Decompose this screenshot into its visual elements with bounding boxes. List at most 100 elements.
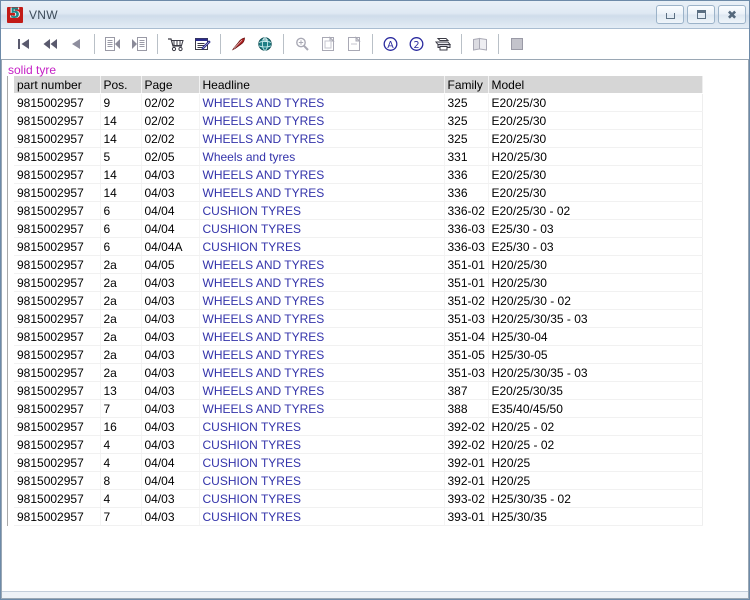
cell-headline[interactable]: Wheels and tyres	[199, 147, 445, 166]
table-row[interactable]: 9815002957 2a 04/03 WHEELS AND TYRES 351-03 H…	[14, 363, 703, 382]
cell-headline[interactable]: WHEELS AND TYRES	[199, 309, 445, 328]
cell-family: 387	[444, 381, 489, 400]
cell-headline[interactable]: WHEELS AND TYRES	[199, 291, 445, 310]
printer-icon[interactable]	[430, 32, 456, 56]
red-pen-icon[interactable]	[226, 32, 252, 56]
application-window: 5 VNW ✖ A 2 solid tyre part number Pos. …	[0, 0, 750, 600]
cell-pos: 14	[100, 165, 142, 184]
table-row[interactable]: 9815002957 4 04/04 CUSHION TYRES 392-01 H20/2…	[14, 453, 703, 472]
cell-headline[interactable]: WHEELS AND TYRES	[199, 129, 445, 148]
cell-headline[interactable]: WHEELS AND TYRES	[199, 327, 445, 346]
stop-icon[interactable]	[504, 32, 530, 56]
table-row[interactable]: 9815002957 14 02/02 WHEELS AND TYRES 325 E20/…	[14, 129, 703, 148]
letter-a-icon[interactable]: A	[378, 32, 404, 56]
table-row[interactable]: 9815002957 6 04/04 CUSHION TYRES 336-02 E20/2…	[14, 201, 703, 220]
table-row[interactable]: 9815002957 2a 04/03 WHEELS AND TYRES 351-03 H…	[14, 309, 703, 328]
table-row[interactable]: 9815002957 14 04/03 WHEELS AND TYRES 336 E20/…	[14, 165, 703, 184]
results-table-container[interactable]: part number Pos. Page Headline Family Mo…	[7, 76, 703, 526]
cell-headline[interactable]: CUSHION TYRES	[199, 201, 445, 220]
cell-headline[interactable]: WHEELS AND TYRES	[199, 381, 445, 400]
cell-pos: 14	[100, 183, 142, 202]
cell-headline[interactable]: WHEELS AND TYRES	[199, 345, 445, 364]
cell-headline[interactable]: WHEELS AND TYRES	[199, 165, 445, 184]
globe-icon[interactable]	[252, 32, 278, 56]
close-button[interactable]: ✖	[718, 5, 746, 24]
table-row[interactable]: 9815002957 8 04/04 CUSHION TYRES 392-01 H20/2…	[14, 471, 703, 490]
cell-model: H20/25/30 - 02	[488, 291, 703, 310]
cell-part-number: 9815002957	[14, 111, 101, 130]
column-header-family[interactable]: Family	[444, 76, 489, 94]
cell-model: H25/30/35	[488, 507, 703, 526]
column-header-pos[interactable]: Pos.	[100, 76, 142, 94]
table-row[interactable]: 9815002957 7 04/03 WHEELS AND TYRES 388 E35/4…	[14, 399, 703, 418]
cell-part-number: 9815002957	[14, 471, 101, 490]
table-row[interactable]: 9815002957 6 04/04A CUSHION TYRES 336-03 E25/…	[14, 237, 703, 256]
cell-family: 351-01	[444, 255, 489, 274]
cell-model: H20/25/30/35 - 03	[488, 363, 703, 382]
cell-family: 336	[444, 165, 489, 184]
table-row[interactable]: 9815002957 2a 04/03 WHEELS AND TYRES 351-02 H…	[14, 291, 703, 310]
table-row[interactable]: 9815002957 2a 04/05 WHEELS AND TYRES 351-01 H…	[14, 255, 703, 274]
table-row[interactable]: 9815002957 2a 04/03 WHEELS AND TYRES 351-05 H…	[14, 345, 703, 364]
page-new-icon[interactable]	[341, 32, 367, 56]
table-row[interactable]: 9815002957 13 04/03 WHEELS AND TYRES 387 E20/…	[14, 381, 703, 400]
cell-pos: 4	[100, 435, 142, 454]
toolbar-separator	[372, 34, 373, 54]
cell-headline[interactable]: WHEELS AND TYRES	[199, 255, 445, 274]
document-next-icon[interactable]	[126, 32, 152, 56]
cell-headline[interactable]: CUSHION TYRES	[199, 507, 445, 526]
table-row[interactable]: 9815002957 9 02/02 WHEELS AND TYRES 325 E20/2…	[14, 93, 703, 112]
cell-headline[interactable]: CUSHION TYRES	[199, 471, 445, 490]
cell-headline[interactable]: WHEELS AND TYRES	[199, 273, 445, 292]
page-copy-icon[interactable]	[315, 32, 341, 56]
cell-model: H25/30-05	[488, 345, 703, 364]
table-row[interactable]: 9815002957 2a 04/03 WHEELS AND TYRES 351-04 H…	[14, 327, 703, 346]
order-form-icon[interactable]	[189, 32, 215, 56]
column-header-page[interactable]: Page	[141, 76, 200, 94]
cell-headline[interactable]: WHEELS AND TYRES	[199, 111, 445, 130]
cell-page: 04/03	[141, 489, 200, 508]
cell-model: E20/25/30	[488, 111, 703, 130]
cell-headline[interactable]: CUSHION TYRES	[199, 435, 445, 454]
cell-page: 04/04	[141, 219, 200, 238]
document-first-icon[interactable]	[100, 32, 126, 56]
cell-pos: 13	[100, 381, 142, 400]
cell-part-number: 9815002957	[14, 399, 101, 418]
fast-rewind-icon[interactable]	[37, 32, 63, 56]
table-row[interactable]: 9815002957 14 04/03 WHEELS AND TYRES 336 E20/…	[14, 183, 703, 202]
cell-part-number: 9815002957	[14, 165, 101, 184]
cell-page: 04/04	[141, 201, 200, 220]
cell-model: H25/30-04	[488, 327, 703, 346]
minimize-button[interactable]	[656, 5, 684, 24]
cell-pos: 2a	[100, 255, 142, 274]
cell-headline[interactable]: CUSHION TYRES	[199, 237, 445, 256]
cell-headline[interactable]: CUSHION TYRES	[199, 453, 445, 472]
cell-headline[interactable]: CUSHION TYRES	[199, 219, 445, 238]
table-row[interactable]: 9815002957 7 04/03 CUSHION TYRES 393-01 H25/3…	[14, 507, 703, 526]
column-header-model[interactable]: Model	[488, 76, 703, 94]
zoom-icon[interactable]	[289, 32, 315, 56]
cell-headline[interactable]: WHEELS AND TYRES	[199, 183, 445, 202]
book-icon[interactable]	[467, 32, 493, 56]
number-2-icon[interactable]: 2	[404, 32, 430, 56]
shopping-cart-icon[interactable]	[163, 32, 189, 56]
table-row[interactable]: 9815002957 14 02/02 WHEELS AND TYRES 325 E20/…	[14, 111, 703, 130]
maximize-button[interactable]	[687, 5, 715, 24]
table-row[interactable]: 9815002957 2a 04/03 WHEELS AND TYRES 351-01 H…	[14, 273, 703, 292]
cell-part-number: 9815002957	[14, 129, 101, 148]
cell-page: 04/03	[141, 183, 200, 202]
column-header-headline[interactable]: Headline	[199, 76, 445, 94]
table-row[interactable]: 9815002957 16 04/03 CUSHION TYRES 392-02 H20/…	[14, 417, 703, 436]
cell-headline[interactable]: CUSHION TYRES	[199, 489, 445, 508]
column-header-part-number[interactable]: part number	[14, 76, 101, 94]
cell-headline[interactable]: WHEELS AND TYRES	[199, 399, 445, 418]
first-record-icon[interactable]	[11, 32, 37, 56]
table-row[interactable]: 9815002957 4 04/03 CUSHION TYRES 393-02 H25/3…	[14, 489, 703, 508]
table-row[interactable]: 9815002957 4 04/03 CUSHION TYRES 392-02 H20/2…	[14, 435, 703, 454]
previous-record-icon[interactable]	[63, 32, 89, 56]
cell-headline[interactable]: WHEELS AND TYRES	[199, 93, 445, 112]
cell-headline[interactable]: CUSHION TYRES	[199, 417, 445, 436]
table-row[interactable]: 9815002957 5 02/05 Wheels and tyres 331 H20/2…	[14, 147, 703, 166]
table-row[interactable]: 9815002957 6 04/04 CUSHION TYRES 336-03 E25/3…	[14, 219, 703, 238]
cell-headline[interactable]: WHEELS AND TYRES	[199, 363, 445, 382]
